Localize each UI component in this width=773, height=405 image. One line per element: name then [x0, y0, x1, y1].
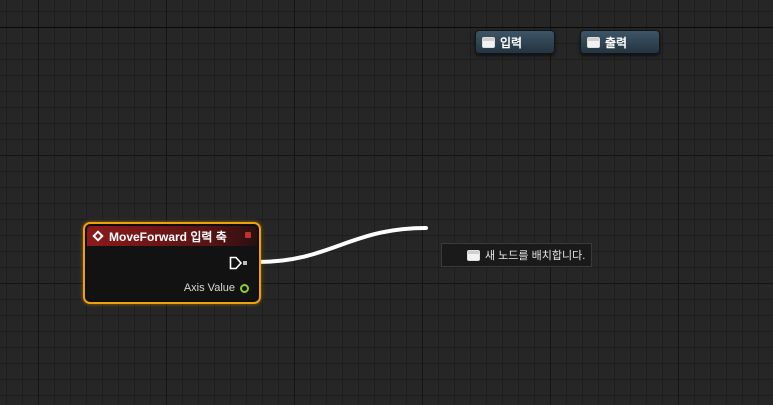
- node-header[interactable]: MoveForward 입력 축: [87, 226, 257, 246]
- input-axis-node[interactable]: MoveForward 입력 축 Axis Value: [83, 222, 261, 304]
- axis-value-pin-row[interactable]: Axis Value: [184, 282, 249, 294]
- node-title: MoveForward 입력 축: [109, 229, 227, 244]
- place-new-node-item[interactable]: 새 노드를 배치합니다.: [441, 243, 592, 267]
- delegate-pin-icon[interactable]: [245, 232, 251, 238]
- exec-output-pin-icon[interactable]: [229, 256, 249, 270]
- node-icon: [467, 249, 480, 261]
- axis-value-label: Axis Value: [183, 282, 235, 294]
- float-pin-icon[interactable]: [240, 283, 249, 293]
- place-new-node-label: 새 노드를 배치합니다.: [485, 250, 586, 262]
- event-diamond-icon: [92, 230, 104, 242]
- exec-wire[interactable]: [0, 0, 773, 405]
